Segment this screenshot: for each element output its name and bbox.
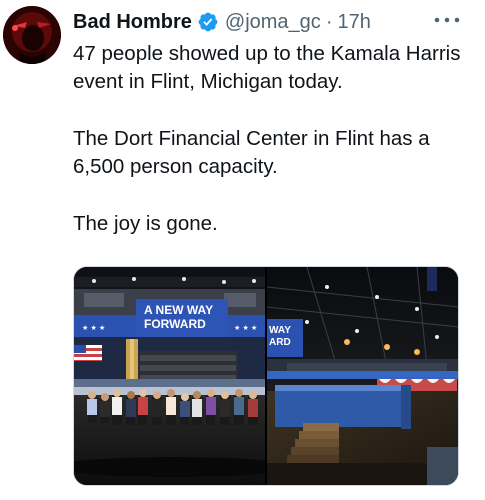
tweet-paragraph: 47 people showed up to the Kamala Harris… [73, 42, 461, 93]
svg-text:★ ★ ★: ★ ★ ★ [82, 324, 105, 332]
tweet-text: 47 people showed up to the Kamala Harris… [73, 40, 473, 238]
media-photo-left[interactable]: ★ ★ ★ ★ ★ ★ A NEW WAY FORWARD [74, 267, 265, 485]
svg-text:★ ★ ★: ★ ★ ★ [234, 324, 257, 332]
media-photo-right[interactable]: WAY ARD [267, 267, 458, 485]
author-avatar[interactable] [3, 6, 61, 64]
tweet-card[interactable]: Bad Hombre @joma_gc · 17h 47 people show… [0, 0, 485, 500]
verified-badge-icon[interactable] [197, 11, 219, 33]
tweet-header: Bad Hombre @joma_gc · 17h [73, 8, 371, 36]
tweet-media[interactable]: ★ ★ ★ ★ ★ ★ A NEW WAY FORWARD WAY ARD [73, 266, 459, 486]
banner-text: WAY [269, 325, 291, 336]
author-display-name[interactable]: Bad Hombre [73, 11, 192, 34]
tweet-timestamp[interactable]: 17h [337, 11, 370, 34]
banner-text: ARD [269, 337, 291, 348]
tweet-paragraph: The Dort Financial Center in Flint has a… [73, 127, 430, 178]
author-handle[interactable]: @joma_gc [225, 11, 321, 34]
banner-text: A NEW WAY [144, 303, 213, 317]
avatar-image [3, 6, 61, 64]
more-horizontal-icon[interactable] [433, 13, 463, 25]
tweet-paragraph: The joy is gone. [73, 212, 218, 235]
banner-text: FORWARD [144, 317, 206, 331]
separator-dot: · [325, 10, 333, 33]
